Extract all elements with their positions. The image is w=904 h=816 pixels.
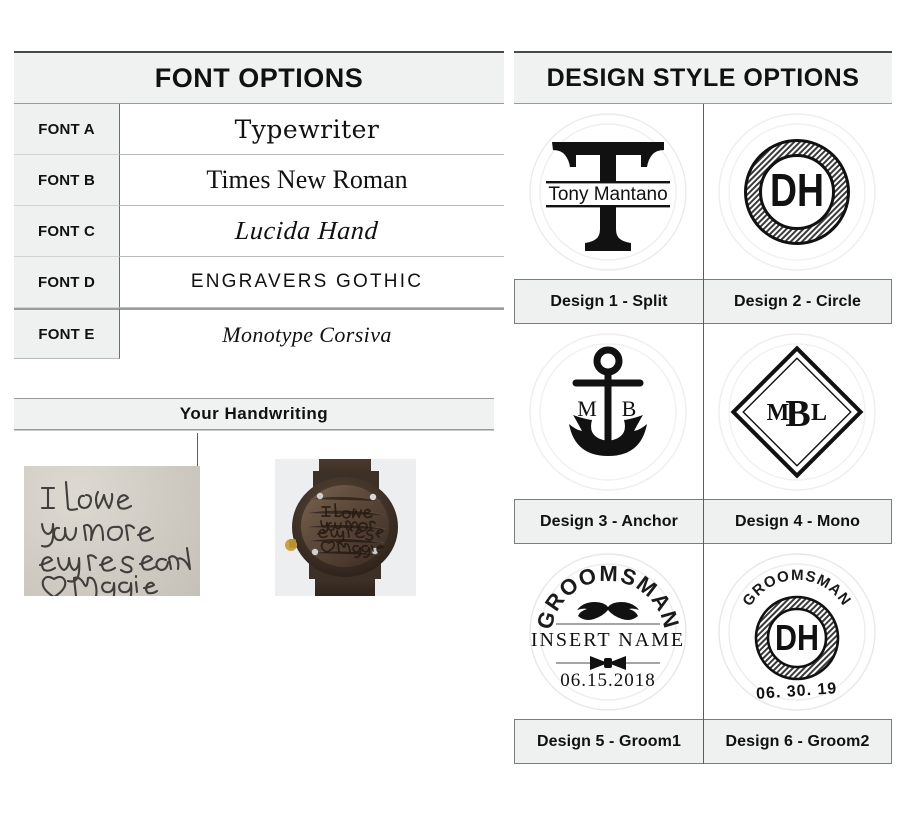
wooden-watch-illustration <box>275 459 416 596</box>
font-sample-typewriter: Typewriter <box>234 114 380 144</box>
groomsman-circle-icon: GROOMSMAN DH 06. 30. 19 <box>718 552 876 711</box>
font-row-label: FONT A <box>14 104 120 155</box>
design-3-right-initial: B <box>622 396 637 421</box>
design-3-left-initial: M <box>577 396 597 421</box>
font-row-sample: Lucida Hand <box>120 206 504 257</box>
design-6-art: GROOMSMAN DH 06. 30. 19 <box>703 544 892 719</box>
design-1-name: Tony Mantano <box>548 184 667 205</box>
design-5-label: Design 5 - Groom1 <box>514 719 703 764</box>
design-2-monogram: DH <box>770 164 824 216</box>
design-4-art: M B L <box>703 324 892 499</box>
handwritten-note-photo <box>24 466 200 596</box>
design-style-options-header: DESIGN STYLE OPTIONS <box>514 51 892 104</box>
font-row-label: FONT E <box>14 308 120 359</box>
design-4-label: Design 4 - Mono <box>703 499 892 544</box>
font-row[interactable]: FONT B Times New Roman <box>14 155 504 206</box>
font-row-label: FONT C <box>14 206 120 257</box>
note-handwriting-ink <box>38 480 192 596</box>
anchor-monogram-icon: M B <box>529 332 687 491</box>
font-row-label: FONT D <box>14 257 120 308</box>
font-sample-times: Times New Roman <box>206 165 408 194</box>
font-row-sample: Times New Roman <box>120 155 504 206</box>
font-sample-corsiva: Monotype Corsiva <box>222 321 392 347</box>
font-row[interactable]: FONT E Monotype Corsiva <box>14 308 504 359</box>
design-6-label: Design 6 - Groom2 <box>703 719 892 764</box>
font-options-header: FONT OPTIONS <box>14 51 504 104</box>
design-grid: Tony Mantano Design 1 - Split DH Design … <box>514 104 892 764</box>
split-monogram-icon: Tony Mantano <box>529 112 687 271</box>
font-sample-lucida: Lucida Hand <box>234 216 380 245</box>
font-row-label: FONT B <box>14 155 120 206</box>
circle-monogram-icon: DH <box>718 112 876 271</box>
design-cell-1[interactable]: Tony Mantano Design 1 - Split <box>514 104 703 324</box>
font-row[interactable]: FONT A Typewriter <box>14 104 504 155</box>
design-cell-5[interactable]: GROOMSMAN INSERT NAME 06.15.2018 Design … <box>514 544 703 764</box>
groomsman-badge-icon: GROOMSMAN INSERT NAME 06.15.2018 <box>529 552 687 711</box>
font-row[interactable]: FONT D Engravers Gothic <box>14 257 504 308</box>
design-6-monogram: DH <box>775 617 819 658</box>
design-5-middle-text: INSERT NAME <box>531 629 685 651</box>
handwriting-samples <box>14 430 494 596</box>
design-3-label: Design 3 - Anchor <box>514 499 703 544</box>
diamond-monogram-icon: M B L <box>718 332 876 491</box>
design-cell-4[interactable]: M B L Design 4 - Mono <box>703 324 892 544</box>
design-2-label: Design 2 - Circle <box>703 279 892 324</box>
design-cell-2[interactable]: DH Design 2 - Circle <box>703 104 892 324</box>
design-1-label: Design 1 - Split <box>514 279 703 324</box>
font-options-panel: FONT OPTIONS FONT A Typewriter FONT B Ti… <box>14 51 504 359</box>
font-row-sample: Typewriter <box>120 104 504 155</box>
design-style-options-panel: DESIGN STYLE OPTIONS Tony Mantano Design… <box>514 51 892 764</box>
design-5-art: GROOMSMAN INSERT NAME 06.15.2018 <box>514 544 703 719</box>
design-5-top-text: GROOMSMAN <box>532 560 685 631</box>
engraved-watch-photo <box>275 459 416 596</box>
handwriting-header: Your Handwriting <box>14 398 494 430</box>
font-row-sample: Engravers Gothic <box>120 257 504 308</box>
design-6-date: 06. 30. 19 <box>756 680 838 703</box>
design-4-initial-3: L <box>811 400 827 426</box>
design-5-date: 06.15.2018 <box>560 670 656 691</box>
design-2-art: DH <box>703 104 892 279</box>
design-cell-6[interactable]: GROOMSMAN DH 06. 30. 19 Design 6 - Groom… <box>703 544 892 764</box>
design-grid-divider <box>703 104 704 764</box>
font-row[interactable]: FONT C Lucida Hand <box>14 206 504 257</box>
design-3-art: M B <box>514 324 703 499</box>
design-cell-3[interactable]: M B Design 3 - Anchor <box>514 324 703 544</box>
font-sample-engravers: Engravers Gothic <box>190 271 424 292</box>
font-row-sample: Monotype Corsiva <box>120 308 504 359</box>
design-4-initial-2: B <box>785 393 810 435</box>
handwriting-panel: Your Handwriting <box>14 398 494 596</box>
design-1-art: Tony Mantano <box>514 104 703 279</box>
